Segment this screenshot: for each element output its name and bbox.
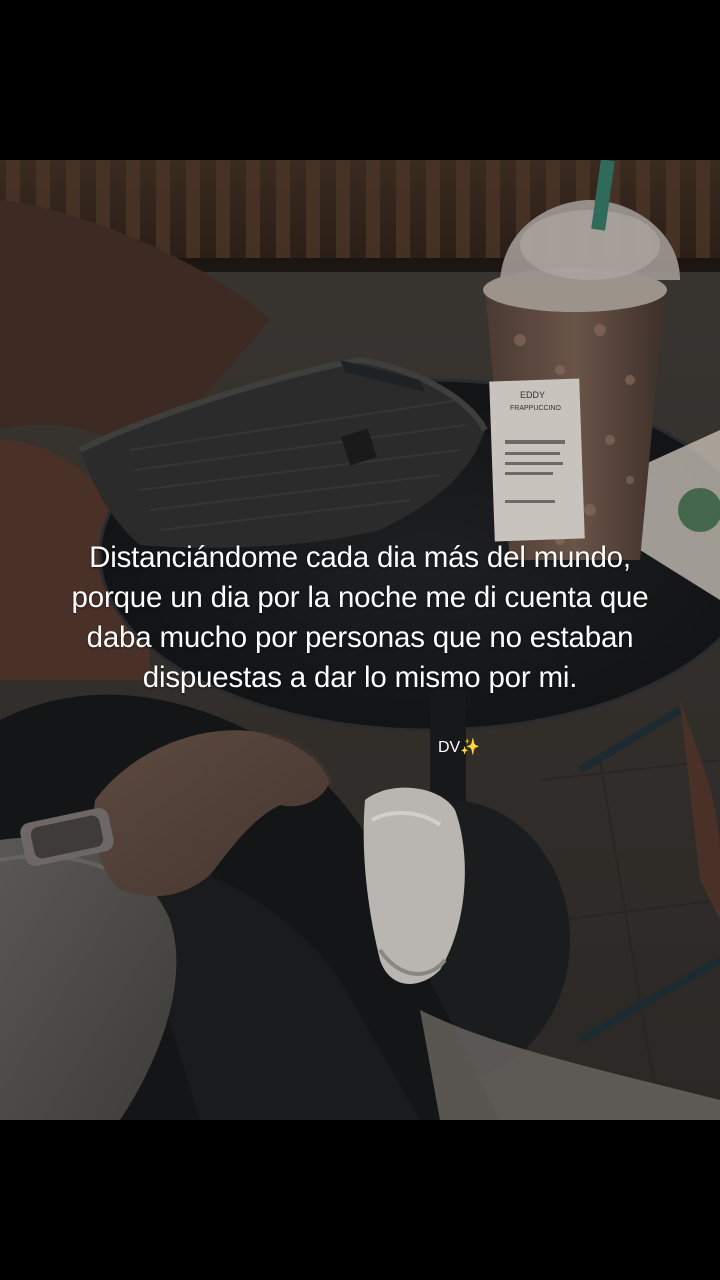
bottom-letterbox: [0, 1120, 720, 1280]
cup-label-line1: EDDY: [520, 390, 545, 400]
sparkles-icon: ✨: [460, 739, 481, 756]
signature: DV✨: [438, 738, 480, 758]
caption-text: Distanciándome cada dia más del mundo, p…: [71, 541, 649, 694]
signature-text: DV: [438, 739, 461, 756]
story-frame: EDDY FRAPPUCCINO Distanciándome cada dia…: [0, 0, 720, 1280]
cup-label-line2: FRAPPUCCINO: [510, 405, 562, 412]
top-letterbox: [0, 0, 720, 160]
